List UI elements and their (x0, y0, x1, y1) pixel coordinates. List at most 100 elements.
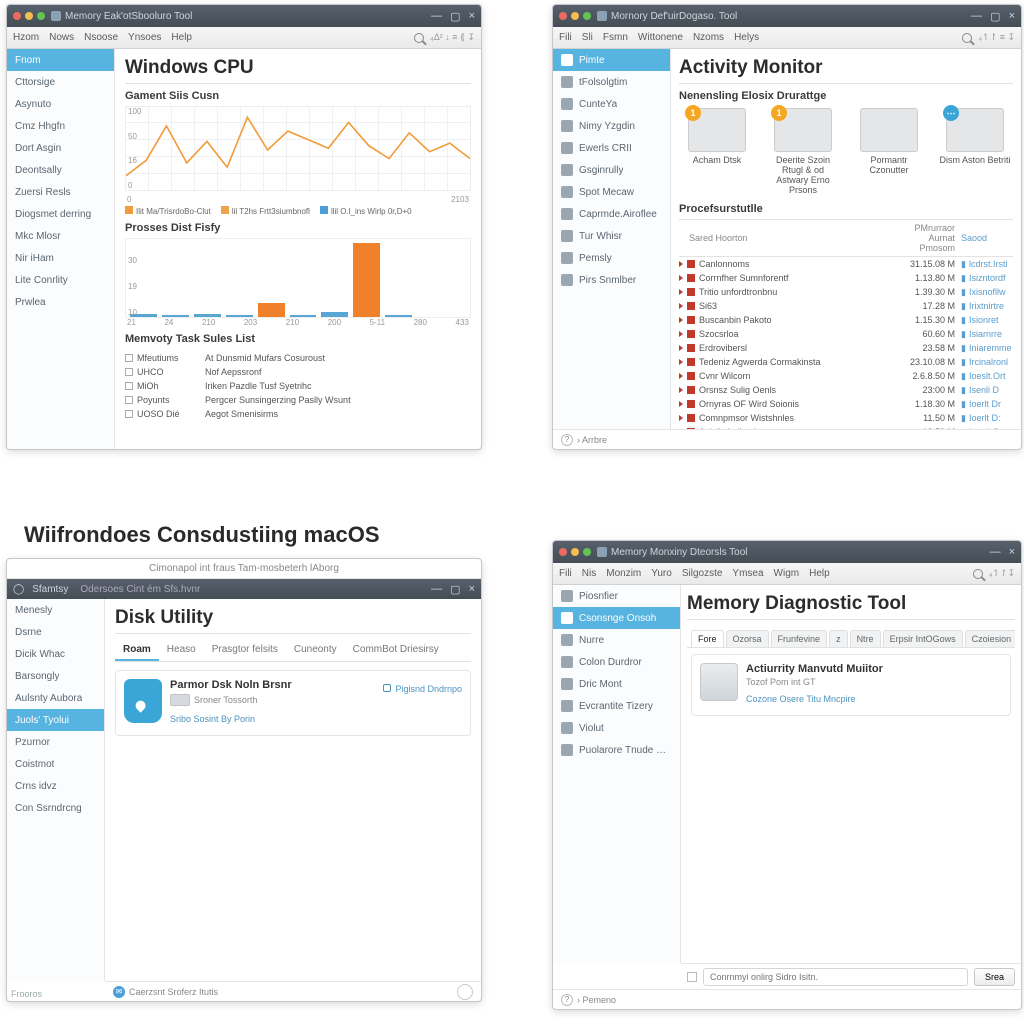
sidebar-item[interactable]: Prwlea (7, 291, 114, 313)
process-row[interactable]: Comnpmsor Wistshnles11.50 M▮Ioerlt D: (679, 411, 1013, 425)
proc-action[interactable]: ▮Ioerlt Dr (961, 399, 1013, 410)
min-dot[interactable] (571, 12, 579, 20)
close-icon[interactable]: × (1009, 546, 1015, 558)
action-icon[interactable] (457, 984, 473, 1000)
max-icon[interactable]: ▢ (990, 10, 1000, 23)
menu-item[interactable]: Silgozste (682, 568, 723, 579)
titlebar[interactable]: ◯ Sfamtsy Odersoes Cint ém Sfs.hvnr — ▢ … (7, 579, 481, 599)
process-row[interactable]: Si6317.28 M▮Irixtnirtre (679, 299, 1013, 313)
sidebar-item[interactable]: Pemsly (553, 247, 670, 269)
task-row[interactable]: UOSO DiéAegot Smenisirms (125, 407, 471, 421)
min-icon[interactable]: — (971, 10, 982, 22)
sidebar-item[interactable]: Mkc Mlosr (7, 225, 114, 247)
table-header[interactable]: Sared Hoorton PMrurraor Aurnat Pmosom Sa… (679, 219, 1013, 257)
search-icon[interactable] (414, 33, 424, 43)
close-dot[interactable] (559, 12, 567, 20)
sidebar-item[interactable]: Caprmde.Airoflee (553, 203, 670, 225)
sidebar-item[interactable]: Dsrne (7, 621, 104, 643)
sidebar-item[interactable]: Cttorsige (7, 71, 114, 93)
proc-action[interactable]: ▮Ioeslt.Ort (961, 371, 1013, 382)
close-icon[interactable]: × (469, 10, 475, 22)
sidebar-item[interactable]: Pimte (553, 49, 670, 71)
sidebar-item[interactable]: Asynuto (7, 93, 114, 115)
process-row[interactable]: Orsnsz Sulig Oenls23:00 M▮Isenli D (679, 383, 1013, 397)
sidebar-item[interactable]: Piosnfier (553, 585, 680, 607)
max-dot[interactable] (583, 12, 591, 20)
menu-item[interactable]: Wigm (774, 568, 800, 579)
drive-card[interactable]: Parmor Dsk Noln Brsnr Sroner Tossorth Sr… (115, 670, 471, 736)
tab[interactable]: Ozorsa (726, 630, 769, 647)
nav-icon[interactable]: ◯ (13, 584, 24, 595)
tab[interactable]: Erpsir IntOGows (883, 630, 963, 647)
menu-item[interactable]: Fili (559, 568, 572, 579)
sidebar-item[interactable]: Dric Mont (553, 673, 680, 695)
max-icon[interactable]: ▢ (450, 10, 460, 23)
sidebar-item[interactable]: Barsongly (7, 665, 104, 687)
checkbox[interactable] (125, 396, 133, 404)
sidebar-item[interactable]: Juols' Tyolui (7, 709, 104, 731)
menu-item[interactable]: Monzim (606, 568, 641, 579)
proc-action[interactable]: ▮Ircinalronl (961, 357, 1013, 368)
menu-item[interactable]: Wittonene (638, 32, 683, 43)
search-input[interactable] (703, 968, 968, 986)
checkbox[interactable] (125, 410, 133, 418)
sidebar-item[interactable]: Zuersi Resls (7, 181, 114, 203)
min-dot[interactable] (25, 12, 33, 20)
box-icon[interactable] (687, 972, 697, 982)
process-row[interactable]: Cvnr Wilcorn2.6.8.50 M▮Ioeslt.Ort (679, 369, 1013, 383)
diag-card[interactable]: Actiurrity Manvutd Muiitor Tozof Pom int… (691, 654, 1011, 716)
task-row[interactable]: MfeutiumsAt Dunsmid Mufars Cosuroust (125, 351, 471, 365)
overview-card[interactable]: Pormantr Czonutter (851, 108, 927, 195)
checkbox[interactable] (125, 354, 133, 362)
sidebar-item[interactable]: Nurre (553, 629, 680, 651)
sidebar-item[interactable]: Cmz Hhgfn (7, 115, 114, 137)
max-icon[interactable]: ▢ (450, 583, 460, 596)
menu-item[interactable]: Nis (582, 568, 596, 579)
process-row[interactable]: Buscanbin Pakoto1.15.30 M▮Isionret (679, 313, 1013, 327)
tab[interactable]: Cuneonty (286, 640, 345, 661)
sidebar-item[interactable]: Violut (553, 717, 680, 739)
sidebar-item[interactable]: Nir iHam (7, 247, 114, 269)
tab[interactable]: Ntre (850, 630, 881, 647)
process-row[interactable]: Szocsrloa60.60 M▮Isiarnrre (679, 327, 1013, 341)
proc-action[interactable]: ▮Isizntordf (961, 273, 1013, 284)
task-row[interactable]: UHCONof Aepssronf (125, 365, 471, 379)
menu-item[interactable]: Fili (559, 32, 572, 43)
close-dot[interactable] (13, 12, 21, 20)
proc-action[interactable]: ▮Isiarnrre (961, 329, 1013, 340)
sidebar-item[interactable]: Spot Mecaw (553, 181, 670, 203)
sidebar-item[interactable]: Pzurnor (7, 731, 104, 753)
tab[interactable]: Prasgtor felsits (204, 640, 286, 661)
checkbox[interactable] (125, 382, 133, 390)
help-icon[interactable]: ? (561, 434, 573, 446)
sidebar-item[interactable]: Colon Durdror (553, 651, 680, 673)
tab[interactable]: Fore (691, 630, 724, 647)
window-controls[interactable] (559, 548, 591, 556)
sidebar-item[interactable]: Gsginrully (553, 159, 670, 181)
process-row[interactable]: Corrnfher Sumnforentf1.13.80 M▮Isizntord… (679, 271, 1013, 285)
card-link[interactable]: Cozone Osere Titu Mncpire (746, 694, 856, 704)
sidebar-item[interactable]: Dicik Whac (7, 643, 104, 665)
tab[interactable]: Heaso (159, 640, 204, 661)
proc-action[interactable]: ▮Isionret (961, 315, 1013, 326)
sidebar-item[interactable]: Evcrantite Tizery (553, 695, 680, 717)
tab[interactable]: z (829, 630, 848, 647)
search-button[interactable]: Srea (974, 968, 1015, 986)
sidebar-item[interactable]: Tur Whisr (553, 225, 670, 247)
close-icon[interactable]: × (469, 583, 475, 595)
info-icon[interactable]: ✉ (113, 986, 125, 998)
sidebar-item[interactable]: Puolarore Tnude Sizorrios (553, 739, 680, 761)
min-icon[interactable]: — (431, 10, 442, 22)
sidebar-item[interactable]: Aulsnty Aubora (7, 687, 104, 709)
menu-item[interactable]: Yuro (651, 568, 672, 579)
sidebar-item[interactable]: Menesly (7, 599, 104, 621)
toolbar-glyphs[interactable]: ₄↿↾ ≡ ↧ (978, 32, 1015, 43)
titlebar[interactable]: Mornory Def'uirDogaso. Tool — ▢ × (553, 5, 1021, 27)
sidebar-item[interactable]: Ewerls CRII (553, 137, 670, 159)
menu-item[interactable]: Helys (734, 32, 759, 43)
sidebar-item[interactable]: Con Ssrndrcng (7, 797, 104, 819)
toolbar-glyphs[interactable]: ₄Δ² ↓ ≡ ⟪ ↧ (430, 32, 475, 43)
proc-action[interactable]: ▮lcdrst.Irsti (961, 259, 1013, 270)
titlebar[interactable]: Memory Monxiny Dteorsls Tool — × (553, 541, 1021, 563)
proc-action[interactable]: ▮Isenli D (961, 385, 1013, 396)
